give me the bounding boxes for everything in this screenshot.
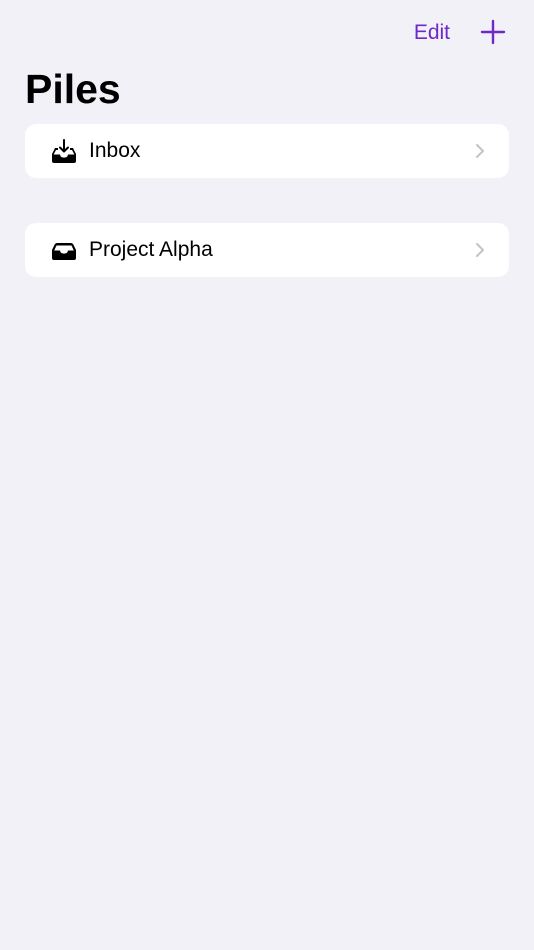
chevron-right-icon	[475, 242, 485, 258]
pile-label: Inbox	[89, 139, 141, 162]
pile-label: Project Alpha	[89, 238, 213, 261]
plus-icon	[480, 19, 506, 45]
edit-button[interactable]: Edit	[414, 18, 450, 48]
chevron-right-icon	[475, 143, 485, 159]
tray-icon	[51, 238, 77, 262]
pile-row-project-alpha[interactable]: Project Alpha	[25, 223, 509, 277]
tray-download-icon	[51, 139, 77, 163]
page-title: Piles	[25, 66, 121, 112]
pile-row-inbox[interactable]: Inbox	[25, 124, 509, 178]
add-pile-button[interactable]	[480, 19, 506, 45]
navigation-bar: Edit	[0, 0, 534, 66]
